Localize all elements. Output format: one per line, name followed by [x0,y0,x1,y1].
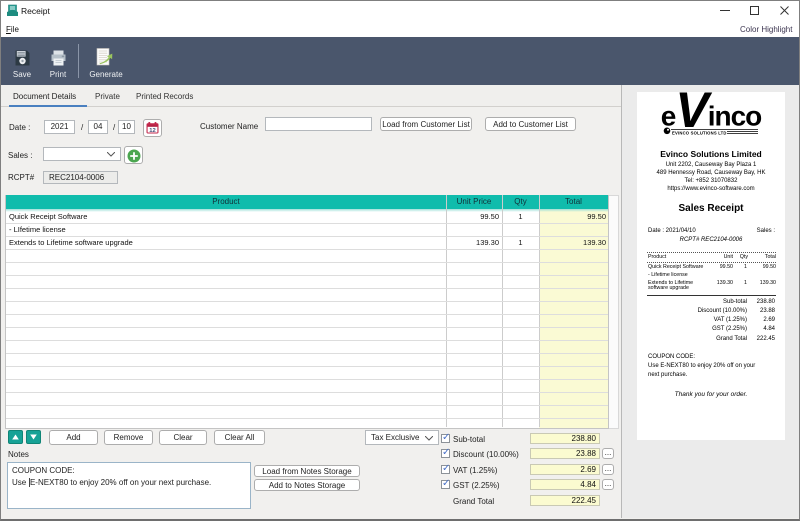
svg-text:12: 12 [149,128,155,134]
svg-text:EVINCO SOLUTIONS LTD: EVINCO SOLUTIONS LTD [672,130,727,135]
